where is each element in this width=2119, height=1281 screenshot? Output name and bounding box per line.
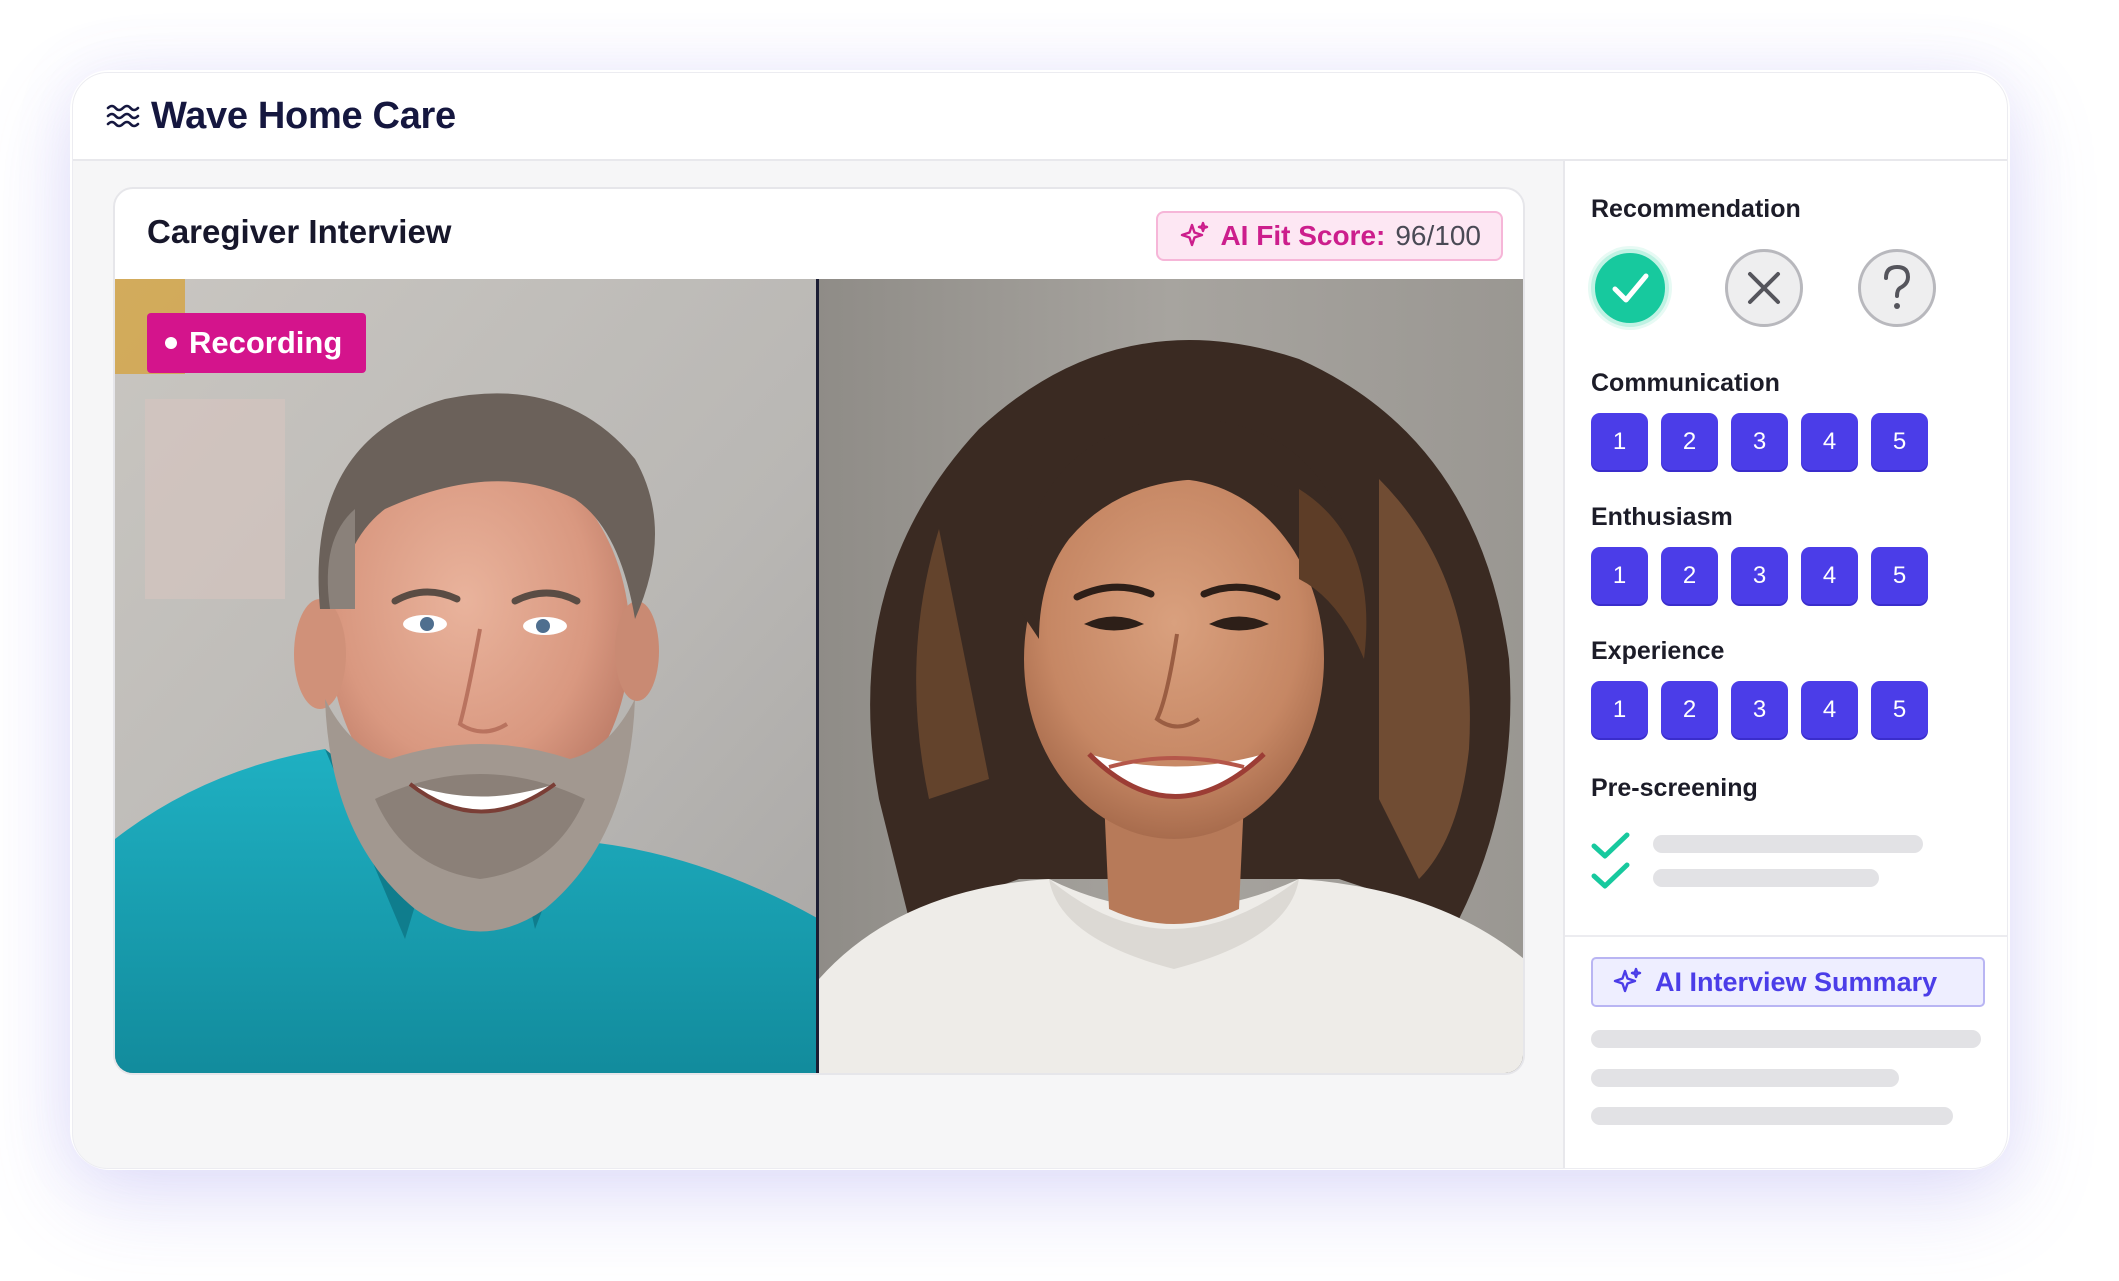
communication-label: Communication xyxy=(1591,369,1780,397)
prescreening-item-placeholder xyxy=(1653,835,1923,853)
sparkle-icon xyxy=(1613,967,1642,993)
summary-line-placeholder xyxy=(1591,1107,1953,1125)
check-icon xyxy=(1612,273,1649,303)
check-icon xyxy=(1591,862,1630,889)
evaluation-panel: Recommendation Communication 1 2 3 4 5 E… xyxy=(1563,161,2007,1168)
video-feed-interviewer[interactable]: Recording xyxy=(115,279,819,1073)
rating-button[interactable]: 3 xyxy=(1731,547,1788,604)
video-feed-candidate[interactable] xyxy=(818,279,1523,1073)
x-icon xyxy=(1748,272,1780,304)
participant-photo-man xyxy=(115,279,816,1073)
rating-button[interactable]: 3 xyxy=(1731,413,1788,470)
ai-fit-score-value: 96/100 xyxy=(1395,220,1481,251)
experience-label: Experience xyxy=(1591,637,1725,665)
prescreening-label: Pre-screening xyxy=(1591,774,1758,802)
rating-button[interactable]: 2 xyxy=(1661,681,1718,738)
ai-interview-summary-button[interactable]: AI Interview Summary xyxy=(1591,957,1985,1007)
rating-button[interactable]: 5 xyxy=(1871,681,1928,738)
rating-button[interactable]: 2 xyxy=(1661,547,1718,604)
recommend-yes-button[interactable] xyxy=(1591,249,1669,327)
ai-interview-summary-label: AI Interview Summary xyxy=(1655,966,1938,997)
sparkle-icon xyxy=(1181,221,1209,247)
rating-button[interactable]: 3 xyxy=(1731,681,1788,738)
recommend-no-button[interactable] xyxy=(1725,249,1803,327)
interview-title: Caregiver Interview xyxy=(147,213,452,250)
recording-dot-icon xyxy=(165,337,177,349)
panel-divider xyxy=(1565,935,2007,937)
brand-name: Wave Home Care xyxy=(151,94,456,137)
waves-icon xyxy=(106,104,140,128)
recording-badge: Recording xyxy=(147,313,367,373)
rating-button[interactable]: 4 xyxy=(1801,681,1858,738)
app-window: Wave Home Care Caregiver Interview AI Fi… xyxy=(72,72,2008,1169)
recording-label: Recording xyxy=(189,325,343,360)
rating-button[interactable]: 1 xyxy=(1591,547,1648,604)
rating-button[interactable]: 5 xyxy=(1871,413,1928,470)
video-call-area: Recording xyxy=(115,279,1523,1073)
check-icon xyxy=(1591,832,1630,859)
rating-button[interactable]: 4 xyxy=(1801,413,1858,470)
rating-button[interactable]: 1 xyxy=(1591,681,1648,738)
summary-line-placeholder xyxy=(1591,1030,1981,1048)
ai-fit-score-badge: AI Fit Score: 96/100 xyxy=(1156,211,1503,261)
rating-button[interactable]: 2 xyxy=(1661,413,1718,470)
communication-rating: 1 2 3 4 5 xyxy=(1591,413,1928,470)
enthusiasm-rating: 1 2 3 4 5 xyxy=(1591,547,1928,604)
rating-button[interactable]: 1 xyxy=(1591,413,1648,470)
interview-card-header: Caregiver Interview AI Fit Score: 96/100 xyxy=(115,189,1523,279)
rating-button[interactable]: 5 xyxy=(1871,547,1928,604)
app-header: Wave Home Care xyxy=(73,73,2007,161)
interview-card: Caregiver Interview AI Fit Score: 96/100 xyxy=(113,187,1525,1075)
rating-button[interactable]: 4 xyxy=(1801,547,1858,604)
ai-fit-score-label: AI Fit Score: xyxy=(1220,220,1386,251)
enthusiasm-label: Enthusiasm xyxy=(1591,503,1733,531)
recommendation-label: Recommendation xyxy=(1591,195,1801,223)
recommend-maybe-button[interactable] xyxy=(1858,249,1936,327)
question-icon xyxy=(1884,264,1911,309)
experience-rating: 1 2 3 4 5 xyxy=(1591,681,1928,738)
participant-photo-woman xyxy=(818,279,1523,1073)
summary-line-placeholder xyxy=(1591,1069,1899,1087)
prescreening-item-placeholder xyxy=(1653,869,1879,887)
